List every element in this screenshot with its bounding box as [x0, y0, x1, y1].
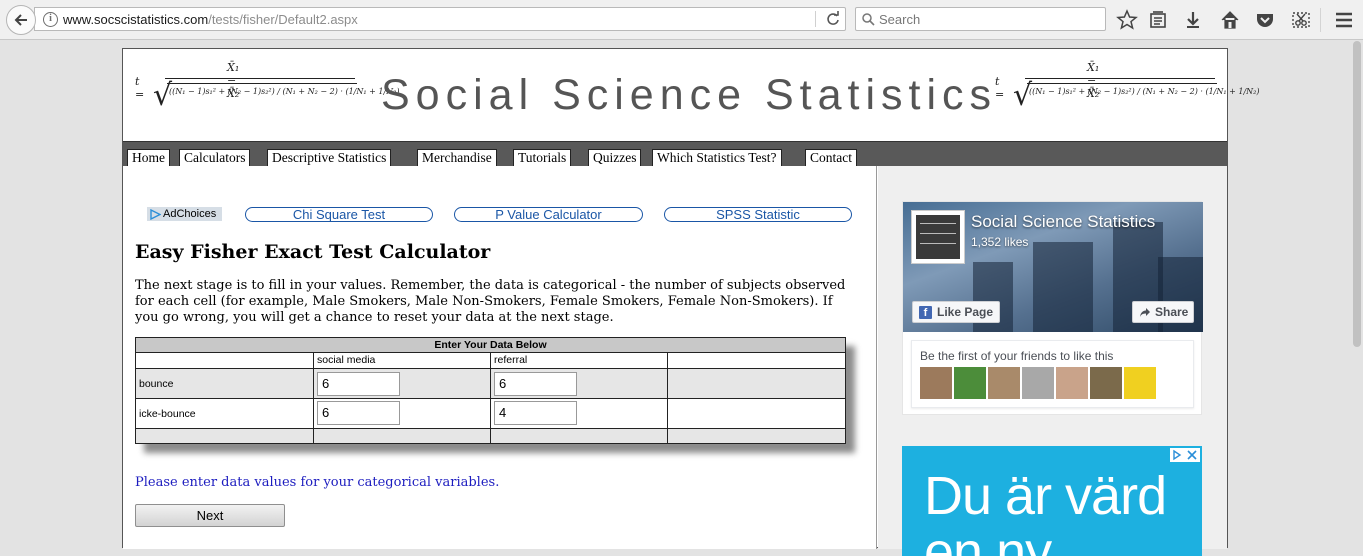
next-button[interactable]: Next	[135, 504, 285, 527]
nav-descriptive-statistics[interactable]: Descriptive Statistics	[267, 149, 392, 166]
table-header: Enter Your Data Below	[136, 338, 845, 353]
reload-icon[interactable]	[823, 10, 843, 28]
table-row: bounce 6 6	[136, 369, 845, 399]
nav-contact[interactable]: Contact	[805, 149, 857, 166]
home-icon[interactable]	[1219, 9, 1241, 31]
nav-merchandise[interactable]: Merchandise	[417, 149, 497, 166]
search-icon	[862, 13, 875, 26]
nav-calculators[interactable]: Calculators	[179, 149, 251, 166]
formula-lhs: t =	[135, 75, 145, 101]
formula-denominator: ((N₁ − 1)s₁² + (N₂ − 1)s₂²) / (N₁ + N₂ −…	[1029, 87, 1260, 96]
friend-avatar[interactable]	[988, 367, 1020, 399]
main-nav: Home Calculators Descriptive Statistics …	[123, 141, 1227, 166]
ad-link-spss[interactable]: SPSS Statistic	[664, 207, 852, 222]
cell-input[interactable]: 6	[494, 372, 577, 396]
formula-lhs: t =	[995, 75, 1005, 101]
share-arrow-icon	[1140, 308, 1150, 317]
scrollbar-thumb[interactable]	[1353, 41, 1361, 347]
site-title[interactable]: Social Science Statistics	[381, 71, 997, 120]
search-placeholder: Search	[879, 12, 921, 27]
cell-input[interactable]: 6	[317, 401, 400, 425]
friend-avatar[interactable]	[1124, 367, 1156, 399]
sidebar: Social Science Statistics 1,352 likes f …	[878, 166, 1227, 556]
display-ad[interactable]: Du är värd en ny	[902, 446, 1202, 556]
main-content: AdChoices Chi Square Test P Value Calcul…	[123, 166, 877, 549]
ad-link-chi-square[interactable]: Chi Square Test	[245, 207, 433, 222]
row-label: icke-bounce	[139, 408, 196, 420]
page-container: t = X̄₁ − X̄₂ √ ((N₁ − 1)s₁² + (N₂ − 1)s…	[122, 48, 1259, 556]
nav-home[interactable]: Home	[127, 149, 170, 166]
ad-headline: Du är värd en ny	[924, 466, 1167, 556]
ad-choices-icon[interactable]	[1170, 448, 1200, 462]
nav-tutorials[interactable]: Tutorials	[513, 149, 572, 166]
back-button[interactable]	[6, 5, 36, 35]
fb-like-count: 1,352 likes	[971, 235, 1029, 249]
facebook-icon: f	[919, 306, 932, 319]
page-heading: Easy Fisher Exact Test Calculator	[135, 241, 491, 263]
url-text[interactable]: www.socscistatistics.com/tests/fisher/De…	[63, 12, 358, 27]
fb-page-logo[interactable]	[911, 210, 965, 264]
status-message: Please enter data values for your catego…	[135, 475, 500, 490]
ad-link-p-value[interactable]: P Value Calculator	[454, 207, 643, 222]
data-entry-table: Enter Your Data Below social media refer…	[135, 337, 846, 444]
nav-which-statistics-test[interactable]: Which Statistics Test?	[652, 149, 782, 166]
adchoices-icon	[150, 209, 161, 220]
cell-input[interactable]: 6	[317, 372, 400, 396]
screenshot-icon[interactable]	[1290, 9, 1312, 31]
url-bar[interactable]: i www.socscistatistics.com/tests/fisher/…	[34, 7, 846, 31]
search-bar[interactable]: Search	[855, 7, 1106, 31]
hamburger-menu-icon[interactable]	[1333, 9, 1355, 31]
page-scrollbar[interactable]	[1351, 41, 1363, 538]
fb-friends-box: Be the first of your friends to like thi…	[911, 340, 1194, 408]
fb-friends-text: Be the first of your friends to like thi…	[920, 349, 1114, 363]
row-label: bounce	[139, 378, 174, 390]
facebook-page-widget: Social Science Statistics 1,352 likes f …	[902, 201, 1203, 415]
pocket-icon[interactable]	[1254, 9, 1276, 31]
friend-avatar[interactable]	[1022, 367, 1054, 399]
download-icon[interactable]	[1182, 9, 1204, 31]
formula-denominator: ((N₁ − 1)s₁² + (N₂ − 1)s₂²) / (N₁ + N₂ −…	[169, 87, 400, 96]
adchoices-link[interactable]: AdChoices	[147, 207, 222, 221]
friend-avatar[interactable]	[920, 367, 952, 399]
toolbar-separator	[1320, 8, 1321, 32]
cell-input[interactable]: 4	[494, 401, 577, 425]
site-banner: t = X̄₁ − X̄₂ √ ((N₁ − 1)s₁² + (N₂ − 1)s…	[123, 49, 1259, 141]
intro-paragraph: The next stage is to fill in your values…	[135, 278, 846, 325]
url-separator	[815, 11, 816, 27]
fb-like-page-button[interactable]: f Like Page	[912, 301, 1000, 323]
table-row: icke-bounce 6 4	[136, 399, 845, 429]
column-label: referral	[494, 354, 528, 366]
site-info-icon[interactable]: i	[43, 12, 58, 27]
fb-cover-image[interactable]: Social Science Statistics 1,352 likes f …	[903, 202, 1203, 332]
back-arrow-icon	[14, 14, 27, 26]
fb-share-button[interactable]: Share	[1132, 301, 1194, 323]
browser-toolbar: i www.socscistatistics.com/tests/fisher/…	[0, 0, 1363, 40]
table-row-totals	[136, 429, 845, 443]
reading-list-icon[interactable]	[1147, 9, 1169, 31]
nav-quizzes[interactable]: Quizzes	[588, 149, 642, 166]
bookmark-star-icon[interactable]	[1116, 9, 1138, 31]
table-row-columns: social media referral	[136, 353, 845, 369]
friend-avatar[interactable]	[1090, 367, 1122, 399]
friend-avatar[interactable]	[954, 367, 986, 399]
friend-avatar[interactable]	[1056, 367, 1088, 399]
column-label: social media	[317, 354, 376, 366]
fb-page-name[interactable]: Social Science Statistics	[971, 212, 1155, 232]
